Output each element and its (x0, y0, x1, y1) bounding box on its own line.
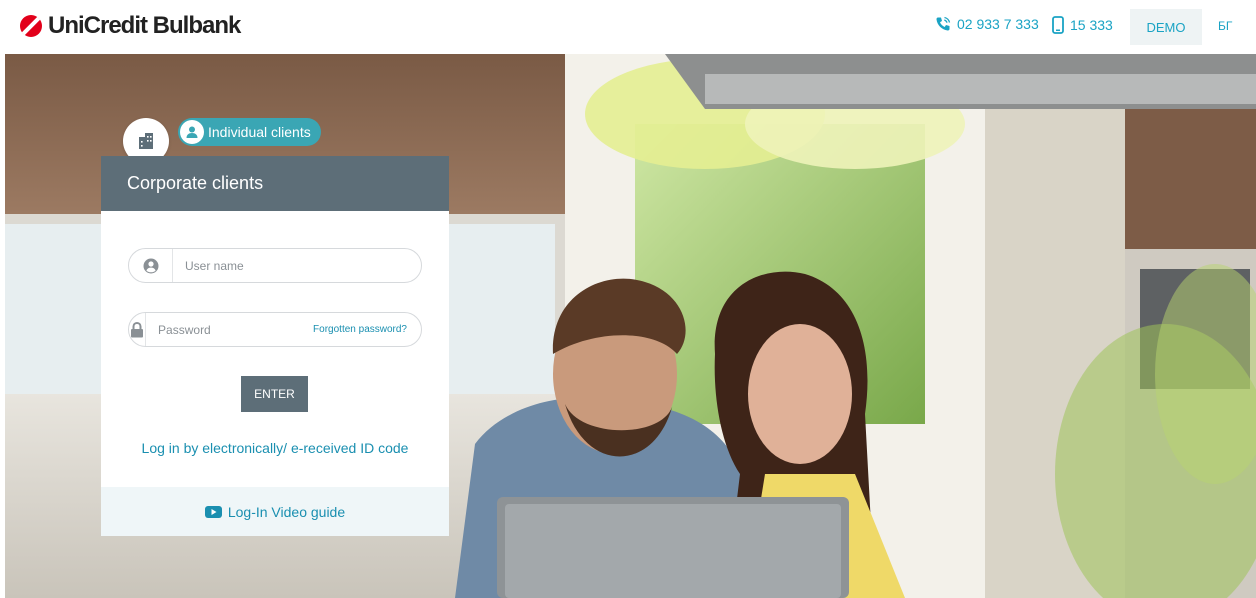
video-guide-link[interactable]: Log-In Video guide (101, 487, 449, 536)
password-field[interactable]: Forgotten password? (128, 312, 422, 347)
login-panel: Corporate clients Forgotten password? EN… (101, 156, 449, 536)
username-input[interactable] (173, 249, 421, 282)
lock-icon-wrap (129, 313, 147, 346)
unicredit-logo-icon (20, 15, 42, 37)
brand-logo[interactable]: UniCredit Bulbank (18, 12, 241, 40)
top-bar: UniCredit Bulbank 02 933 7 333 15 333 DE… (0, 0, 1256, 54)
building-icon (139, 133, 153, 149)
password-input[interactable] (146, 313, 314, 346)
language-switch-link[interactable]: БГ (1218, 19, 1232, 33)
eid-login-link[interactable]: Log in by electronically/ e-received ID … (101, 440, 449, 456)
video-play-icon (204, 505, 222, 518)
phone-number: 02 933 7 333 (957, 16, 1039, 32)
mobile-icon (1052, 16, 1064, 34)
demo-button[interactable]: DEMO (1130, 9, 1202, 45)
forgotten-password-link[interactable]: Forgotten password? (313, 324, 407, 335)
enter-button[interactable]: ENTER (241, 376, 308, 412)
username-field[interactable] (128, 248, 422, 283)
phone-icon (936, 16, 951, 31)
panel-title: Corporate clients (101, 156, 449, 211)
lock-icon (131, 321, 144, 337)
tab-individual-clients[interactable]: Individual clients (178, 118, 321, 146)
mobile-contact[interactable]: 15 333 (1052, 16, 1113, 34)
user-circle-icon-wrap (129, 249, 173, 282)
brand-name: UniCredit Bulbank (48, 12, 241, 39)
user-circle-icon (143, 258, 158, 273)
phone-contact[interactable]: 02 933 7 333 (935, 16, 1039, 32)
person-icon-wrap (180, 120, 204, 144)
tab-individual-label: Individual clients (208, 124, 311, 140)
person-icon (186, 126, 198, 138)
short-number: 15 333 (1070, 17, 1113, 33)
video-guide-label: Log-In Video guide (227, 503, 346, 520)
